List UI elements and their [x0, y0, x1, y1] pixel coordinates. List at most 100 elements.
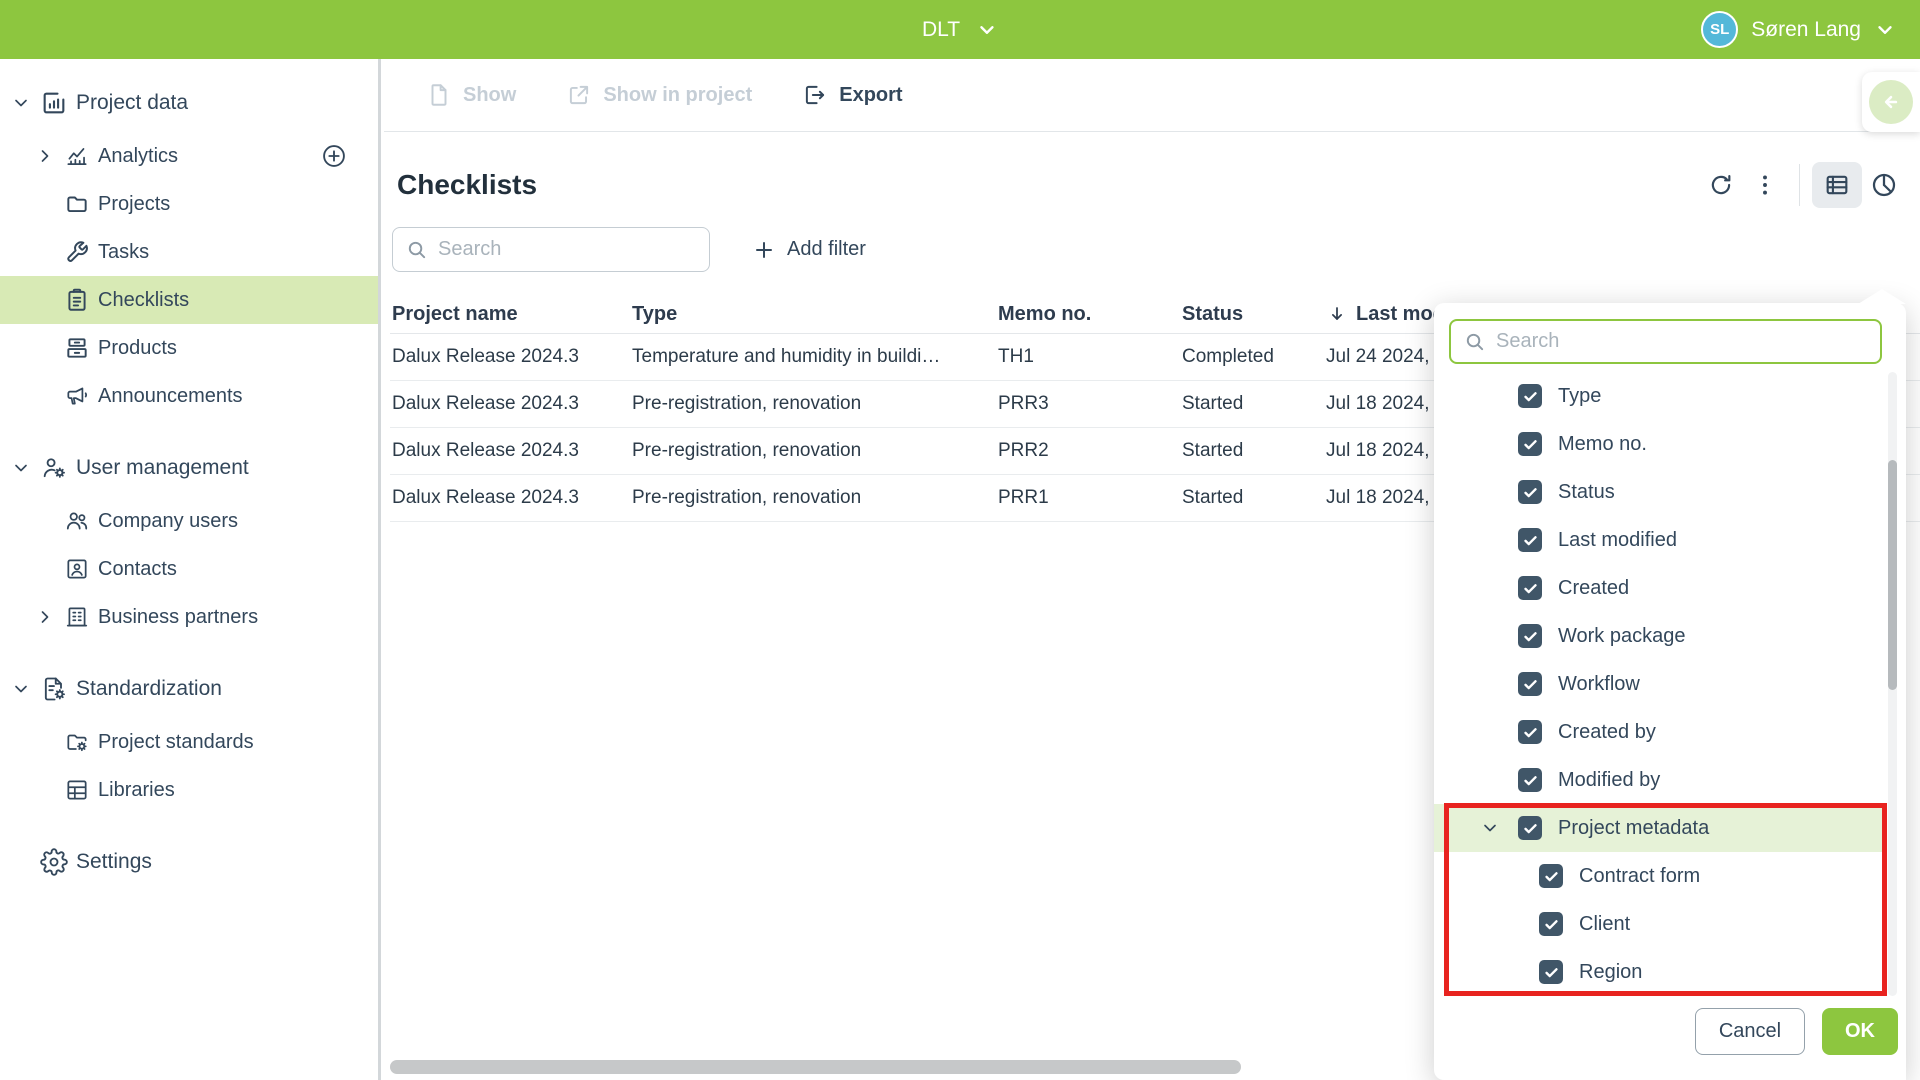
checkbox-checked[interactable] — [1518, 528, 1542, 552]
column-option-project-metadata[interactable]: Project metadata — [1434, 804, 1884, 852]
topbar: DLT SL Søren Lang — [0, 0, 1920, 59]
title-row: Checklists — [397, 157, 1906, 213]
picker-scrollbar-thumb[interactable] — [1888, 460, 1897, 690]
column-option-workflow[interactable]: Workflow — [1434, 660, 1884, 708]
table-cell: Dalux Release 2024.3 — [392, 393, 632, 415]
add-filter-button[interactable]: Add filter — [752, 238, 866, 262]
chevron-down-icon[interactable] — [10, 458, 32, 478]
column-header-type[interactable]: Type — [632, 303, 998, 326]
checkbox-checked[interactable] — [1539, 960, 1563, 984]
search-input[interactable] — [438, 238, 697, 261]
sidebar-item-label: Contacts — [98, 558, 177, 581]
checkbox-checked[interactable] — [1518, 384, 1542, 408]
column-option-client[interactable]: Client — [1434, 900, 1884, 948]
refresh-button[interactable] — [1699, 163, 1743, 207]
sidebar-item-contacts[interactable]: Contacts — [0, 545, 378, 593]
picker-search-box — [1449, 319, 1882, 364]
column-option-status[interactable]: Status — [1434, 468, 1884, 516]
sidebar-item-business-partners[interactable]: Business partners — [0, 593, 378, 641]
column-header-label: Type — [632, 303, 677, 326]
sidebar-item-label: User management — [76, 456, 249, 480]
sidebar-item-project-standards[interactable]: Project standards — [0, 718, 378, 766]
sidebar-item-products[interactable]: Products — [0, 324, 378, 372]
filter-row: Add filter — [392, 227, 866, 272]
app-switcher-label: DLT — [922, 18, 960, 42]
add-analytics-button[interactable] — [320, 142, 348, 170]
export-button[interactable]: Export — [802, 82, 902, 108]
sidebar-item-label: Tasks — [98, 241, 149, 264]
column-header-label: Memo no. — [998, 303, 1091, 326]
sidebar-item-label: Analytics — [98, 145, 178, 168]
chevron-right-icon[interactable] — [34, 146, 56, 166]
chevron-down-icon[interactable] — [1478, 818, 1502, 838]
checkbox-checked[interactable] — [1518, 672, 1542, 696]
sidebar-item-project-data[interactable]: Project data — [0, 79, 378, 127]
column-option-last-modified[interactable]: Last modified — [1434, 516, 1884, 564]
sidebar-item-user-management[interactable]: User management — [0, 444, 378, 492]
column-option-label: Client — [1579, 913, 1630, 936]
column-header-memo-no[interactable]: Memo no. — [998, 303, 1182, 326]
checkbox-checked[interactable] — [1518, 624, 1542, 648]
sidebar-item-tasks[interactable]: Tasks — [0, 228, 378, 276]
chevron-down-icon — [1480, 818, 1500, 838]
more-options-button[interactable] — [1743, 163, 1787, 207]
sidebar-item-settings[interactable]: Settings — [0, 838, 378, 886]
checkbox-checked[interactable] — [1518, 768, 1542, 792]
column-option-memo-no[interactable]: Memo no. — [1434, 420, 1884, 468]
checkbox-checked[interactable] — [1518, 720, 1542, 744]
column-option-region[interactable]: Region — [1434, 948, 1884, 996]
folder-icon — [64, 191, 90, 217]
chevron-down-icon[interactable] — [10, 93, 32, 113]
megaphone-icon — [64, 383, 90, 409]
column-header-project-name[interactable]: Project name — [392, 303, 632, 326]
checkbox-checked[interactable] — [1518, 480, 1542, 504]
avatar[interactable]: SL — [1701, 11, 1738, 48]
sidebar-item-announcements[interactable]: Announcements — [0, 372, 378, 420]
checkbox-checked[interactable] — [1539, 912, 1563, 936]
cancel-button[interactable]: Cancel — [1695, 1008, 1805, 1055]
column-header-status[interactable]: Status — [1182, 303, 1326, 326]
column-option-type[interactable]: Type — [1434, 372, 1884, 420]
checkbox-checked[interactable] — [1518, 432, 1542, 456]
sidebar-item-libraries[interactable]: Libraries — [0, 766, 378, 814]
column-option-label: Status — [1558, 481, 1615, 504]
checkbox-checked[interactable] — [1518, 576, 1542, 600]
table-view-toggle[interactable] — [1812, 162, 1862, 208]
horizontal-scrollbar[interactable] — [390, 1060, 1241, 1074]
show-button-label: Show — [463, 84, 516, 107]
column-option-contract-form[interactable]: Contract form — [1434, 852, 1884, 900]
chevron-down-icon[interactable] — [10, 679, 32, 699]
toolbar: Show Show in project Export — [384, 59, 1920, 132]
panel-caret — [1858, 289, 1906, 304]
column-header-label: Project name — [392, 303, 518, 326]
show-button[interactable]: Show — [426, 82, 516, 108]
sidebar-item-projects[interactable]: Projects — [0, 180, 378, 228]
column-option-created-by[interactable]: Created by — [1434, 708, 1884, 756]
column-option-work-package[interactable]: Work package — [1434, 612, 1884, 660]
column-option-modified-by[interactable]: Modified by — [1434, 756, 1884, 804]
table-cell: PRR2 — [998, 440, 1182, 462]
ok-button[interactable]: OK — [1822, 1008, 1898, 1055]
sidebar-item-label: Project standards — [98, 731, 254, 754]
column-option-label: Region — [1579, 961, 1642, 984]
chevron-right-icon[interactable] — [34, 607, 56, 627]
column-option-created[interactable]: Created — [1434, 564, 1884, 612]
app-switcher[interactable]: DLT — [922, 0, 998, 59]
sidebar-item-company-users[interactable]: Company users — [0, 497, 378, 545]
table-cell: PRR1 — [998, 487, 1182, 509]
sidebar-item-label: Projects — [98, 193, 170, 216]
back-button[interactable] — [1862, 72, 1920, 132]
sidebar-item-standardization[interactable]: Standardization — [0, 665, 378, 713]
checkbox-checked[interactable] — [1539, 864, 1563, 888]
sidebar-item-analytics[interactable]: Analytics — [0, 132, 378, 180]
sort-descending-icon — [1326, 303, 1348, 325]
picker-search-input[interactable] — [1496, 330, 1868, 353]
export-button-label: Export — [839, 84, 902, 107]
sidebar-item-checklists[interactable]: Checklists — [0, 276, 378, 324]
chart-view-toggle[interactable] — [1862, 163, 1906, 207]
column-option-label: Work package — [1558, 625, 1685, 648]
user-menu[interactable]: SL Søren Lang — [1701, 0, 1896, 59]
checkbox-checked[interactable] — [1518, 816, 1542, 840]
sidebar-item-label: Libraries — [98, 779, 175, 802]
show-in-project-button[interactable]: Show in project — [566, 82, 752, 108]
